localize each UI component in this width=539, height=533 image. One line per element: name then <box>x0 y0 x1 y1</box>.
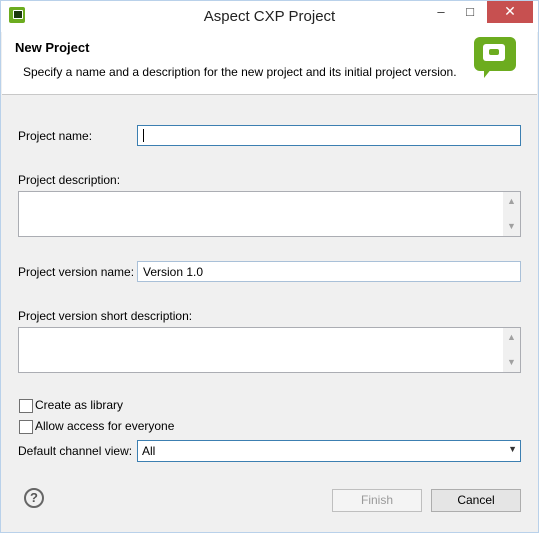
default-channel-view-label: Default channel view: <box>18 444 133 458</box>
create-as-library-label[interactable]: Create as library <box>35 398 123 412</box>
minimize-button[interactable]: – <box>428 1 454 23</box>
create-as-library-checkbox[interactable] <box>19 399 33 413</box>
speech-bubble-icon <box>474 37 516 78</box>
project-name-input[interactable] <box>137 125 521 146</box>
vertical-scrollbar[interactable]: ▲ ▼ <box>503 328 520 372</box>
default-channel-view-select[interactable]: All ▼ <box>137 440 521 462</box>
dialog-window: Aspect CXP Project – □ ✕ New Project Spe… <box>0 0 539 533</box>
finish-button[interactable]: Finish <box>332 489 422 512</box>
allow-access-checkbox[interactable] <box>19 420 33 434</box>
maximize-button[interactable]: □ <box>457 1 483 23</box>
allow-access-label[interactable]: Allow access for everyone <box>35 419 174 433</box>
scroll-up-icon[interactable]: ▲ <box>503 329 520 346</box>
project-version-name-label: Project version name: <box>18 265 135 279</box>
page-description: Specify a name and a description for the… <box>23 65 457 79</box>
project-version-short-description-label: Project version short description: <box>18 309 193 323</box>
project-description-label: Project description: <box>18 173 121 187</box>
scroll-down-icon[interactable]: ▼ <box>503 218 520 235</box>
scroll-up-icon[interactable]: ▲ <box>503 193 520 210</box>
help-icon[interactable]: ? <box>24 488 44 508</box>
wizard-banner: New Project Specify a name and a descrip… <box>2 32 537 95</box>
project-version-name-input[interactable] <box>137 261 521 282</box>
project-name-text[interactable] <box>138 126 520 145</box>
vertical-scrollbar[interactable]: ▲ ▼ <box>503 192 520 236</box>
cancel-button[interactable]: Cancel <box>431 489 521 512</box>
project-version-name-text[interactable] <box>138 262 520 281</box>
project-description-textarea[interactable]: ▲ ▼ <box>18 191 521 237</box>
chevron-down-icon[interactable]: ▼ <box>508 444 517 454</box>
scroll-down-icon[interactable]: ▼ <box>503 354 520 371</box>
text-caret <box>143 129 144 142</box>
project-name-label: Project name: <box>18 129 93 143</box>
title-bar[interactable]: Aspect CXP Project – □ ✕ <box>1 1 538 32</box>
close-button[interactable]: ✕ <box>487 1 533 23</box>
project-version-short-description-textarea[interactable]: ▲ ▼ <box>18 327 521 373</box>
page-title: New Project <box>15 40 90 55</box>
default-channel-view-value: All <box>142 444 156 458</box>
